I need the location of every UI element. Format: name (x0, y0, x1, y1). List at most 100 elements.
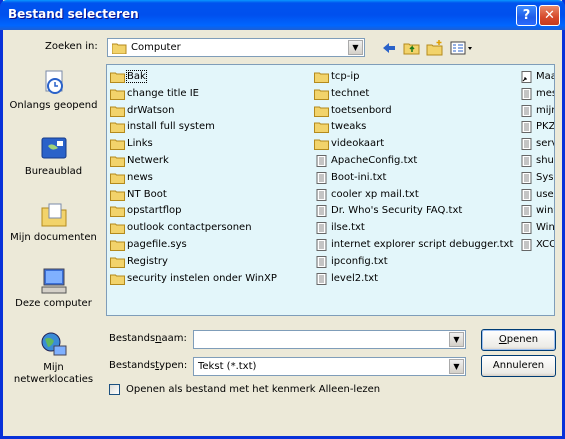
file-name: mijn (536, 104, 554, 116)
text-file-icon (521, 222, 532, 235)
file-name: ipconfig.txt (331, 255, 388, 267)
list-item[interactable]: mijn (519, 103, 554, 120)
text-file-icon (521, 104, 532, 117)
list-item[interactable]: change title IE (110, 86, 315, 103)
text-file-icon (316, 205, 327, 218)
my-documents-icon (41, 203, 66, 227)
place-my-computer[interactable]: Deze computer (8, 266, 99, 310)
filetype-value: Tekst (*.txt) (198, 361, 257, 372)
file-name: change title IE (127, 87, 199, 99)
place-recent[interactable]: Onlangs geopend (8, 68, 99, 112)
list-item[interactable]: tcp-ip (314, 69, 519, 86)
folder-icon (110, 223, 125, 235)
file-name: Boot-ini.txt (331, 171, 387, 183)
text-file-icon (521, 87, 532, 100)
list-item[interactable]: Maa (519, 69, 555, 86)
text-file-icon (316, 255, 327, 268)
list-item[interactable]: drWatson (110, 103, 315, 120)
file-name: user (536, 188, 554, 200)
chevron-down-icon[interactable]: ▼ (348, 40, 363, 55)
folder-icon (110, 106, 125, 117)
lookin-dropdown[interactable]: Computer ▼ (107, 38, 365, 57)
chevron-down-icon[interactable]: ▼ (449, 332, 464, 347)
file-name: level2.txt (331, 272, 379, 284)
file-name: outlook contactpersonen (127, 222, 252, 234)
file-column-2: tcp-ip technet toetsenbord tweaks videokaart… (314, 69, 519, 287)
file-name: Maa (536, 71, 555, 82)
text-file-icon (316, 272, 327, 285)
place-network[interactable]: Mijn netwerklocaties (8, 330, 99, 386)
list-item[interactable]: Win (519, 220, 554, 237)
list-item[interactable]: tweaks (314, 119, 519, 136)
folder-icon (110, 190, 125, 201)
file-name: ilse.txt (331, 222, 365, 234)
close-button[interactable]: ✕ (539, 5, 560, 26)
text-file-icon (316, 222, 327, 235)
list-item[interactable]: security instelen onder WinXP (110, 271, 315, 288)
list-item[interactable]: videokaart (314, 136, 519, 153)
list-item[interactable]: NT Boot (110, 187, 315, 204)
list-item[interactable]: XCO (519, 237, 554, 254)
new-folder-icon[interactable] (426, 40, 444, 56)
list-item[interactable]: internet explorer script debugger.txt (314, 237, 519, 254)
list-item[interactable]: user (519, 187, 554, 204)
list-item[interactable]: level2.txt (314, 271, 519, 288)
text-file-icon (316, 238, 327, 251)
list-item[interactable]: ApacheConfig.txt (314, 153, 519, 170)
chevron-down-icon[interactable]: ▼ (449, 359, 464, 374)
list-item[interactable]: install full system (110, 119, 315, 136)
list-item[interactable]: Netwerk (110, 153, 315, 170)
place-my-documents[interactable]: Mijn documenten (8, 200, 99, 244)
list-item[interactable]: Dr. Who's Security FAQ.txt (314, 203, 519, 220)
filetype-dropdown[interactable]: Tekst (*.txt) ▼ (193, 357, 466, 376)
filename-input[interactable]: ▼ (193, 330, 466, 349)
up-folder-icon[interactable] (403, 40, 421, 56)
list-item[interactable]: toetsenbord (314, 103, 519, 120)
text-file-icon (521, 138, 532, 151)
title-bar[interactable]: Bestand selecteren ? ✕ (0, 0, 565, 30)
file-name: Registry (127, 255, 168, 267)
text-file-icon (521, 205, 532, 218)
list-item[interactable]: PKZ (519, 119, 555, 136)
file-name: install full system (127, 121, 215, 133)
readonly-label: Openen als bestand met het kenmerk Allee… (126, 384, 381, 395)
list-item[interactable]: mes (519, 86, 554, 103)
folder-icon (110, 89, 125, 100)
file-name: tweaks (331, 121, 367, 133)
place-label: Onlangs geopend (9, 100, 98, 111)
file-name: PKZ (536, 121, 555, 133)
file-column-1: Bak change title IE drWatson install full s… (110, 69, 315, 287)
file-name: opstartflop (127, 205, 182, 217)
list-item[interactable]: outlook contactpersonen (110, 220, 315, 237)
list-item[interactable]: opstartflop (110, 203, 315, 220)
file-name: technet (331, 87, 370, 99)
list-item[interactable]: cooler xp mail.txt (314, 187, 519, 204)
list-item[interactable]: technet (314, 86, 519, 103)
list-item[interactable]: ipconfig.txt (314, 254, 519, 271)
list-item[interactable]: Bak (110, 69, 315, 86)
file-name: videokaart (331, 138, 385, 150)
file-list[interactable]: Bak change title IE drWatson install full s… (106, 64, 555, 316)
list-item[interactable]: Links (110, 136, 315, 153)
help-button[interactable]: ? (516, 5, 537, 26)
back-arrow-icon[interactable] (381, 40, 397, 56)
list-item[interactable]: Boot-ini.txt (314, 170, 519, 187)
file-name: news (127, 171, 153, 183)
place-desktop[interactable]: Bureaublad (8, 134, 99, 178)
file-name: shut (536, 154, 554, 166)
view-menu-icon[interactable] (450, 40, 474, 56)
list-item[interactable]: Sysl (519, 170, 554, 187)
recent-documents-icon (45, 70, 63, 94)
list-item[interactable]: serv (519, 136, 554, 153)
list-item[interactable]: Registry (110, 254, 315, 271)
file-name: cooler xp mail.txt (331, 188, 419, 200)
readonly-checkbox[interactable] (109, 384, 120, 395)
list-item[interactable]: win9 (519, 203, 554, 220)
list-item[interactable]: shut (519, 153, 554, 170)
open-button[interactable]: Openen (481, 329, 556, 351)
text-file-icon (521, 238, 532, 251)
list-item[interactable]: pagefile.sys (110, 237, 315, 254)
list-item[interactable]: ilse.txt (314, 220, 519, 237)
cancel-button[interactable]: Annuleren (481, 355, 556, 377)
list-item[interactable]: news (110, 170, 315, 187)
